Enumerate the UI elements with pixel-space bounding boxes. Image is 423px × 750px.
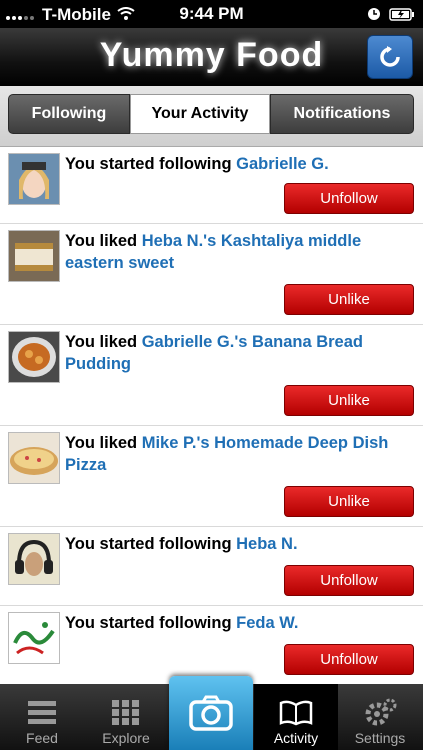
unfollow-button[interactable]: Unfollow xyxy=(284,644,414,675)
tab-feed[interactable]: Feed xyxy=(0,684,84,750)
list-icon xyxy=(28,701,56,724)
tab-settings[interactable]: Settings xyxy=(338,684,422,750)
avatar-thumbnail xyxy=(8,612,60,664)
refresh-button[interactable] xyxy=(367,35,413,79)
tab-activity[interactable]: Activity xyxy=(254,684,338,750)
battery-icon xyxy=(389,6,415,26)
list-item: You started following Gabrielle G. Unfol… xyxy=(0,147,423,224)
tab-following[interactable]: Following xyxy=(8,94,130,134)
activity-text: You liked Heba N.'s Kashtaliya middle ea… xyxy=(65,230,415,274)
list-item: You started following Feda W. Unfollow xyxy=(0,606,423,686)
camera-button[interactable] xyxy=(169,676,253,750)
activity-text: You started following Heba N. xyxy=(65,533,415,555)
activity-prefix: You started following xyxy=(65,155,237,173)
activity-link[interactable]: Feda W. xyxy=(236,614,298,632)
tab-explore[interactable]: Explore xyxy=(84,684,168,750)
activity-prefix: You liked xyxy=(65,333,142,351)
food-thumbnail xyxy=(8,432,60,484)
tab-label: Activity xyxy=(273,730,319,746)
activity-link[interactable]: Gabrielle G. xyxy=(236,155,329,173)
unfollow-button[interactable]: Unfollow xyxy=(284,565,414,596)
unfollow-button[interactable]: Unfollow xyxy=(284,183,414,214)
list-item: You liked Mike P.'s Homemade Deep Dish P… xyxy=(0,426,423,527)
activity-text: You liked Mike P.'s Homemade Deep Dish P… xyxy=(65,432,415,476)
tab-your-activity[interactable]: Your Activity xyxy=(130,94,270,134)
activity-text: You started following Gabrielle G. xyxy=(65,153,415,175)
tab-label: Settings xyxy=(354,730,406,746)
food-thumbnail xyxy=(8,331,60,383)
food-thumbnail xyxy=(8,230,60,282)
unlike-button[interactable]: Unlike xyxy=(284,486,414,517)
unlike-button[interactable]: Unlike xyxy=(284,385,414,416)
activity-text: You started following Feda W. xyxy=(65,612,415,634)
clock: 9:44 PM xyxy=(179,4,244,23)
activity-list: You started following Gabrielle G. Unfol… xyxy=(0,147,423,686)
activity-prefix: You started following xyxy=(65,614,237,632)
alarm-icon xyxy=(367,6,381,26)
gear-icon xyxy=(365,698,397,726)
tab-label: Feed xyxy=(26,730,58,746)
unlike-button[interactable]: Unlike xyxy=(284,284,414,315)
list-item: You started following Heba N. Unfollow xyxy=(0,527,423,606)
refresh-icon xyxy=(380,46,400,67)
list-item: You liked Heba N.'s Kashtaliya middle ea… xyxy=(0,224,423,325)
status-icons xyxy=(367,6,415,26)
tab-label: Explore xyxy=(102,730,150,746)
nav-bar: Yummy Food xyxy=(0,28,423,86)
activity-text: You liked Gabrielle G.'s Banana Bread Pu… xyxy=(65,331,415,375)
app-title: Yummy Food xyxy=(99,36,324,74)
status-bar: T-Mobile 9:44 PM xyxy=(0,0,423,28)
list-item: You liked Gabrielle G.'s Banana Bread Pu… xyxy=(0,325,423,426)
camera-icon xyxy=(189,695,233,731)
activity-prefix: You liked xyxy=(65,434,142,452)
activity-prefix: You liked xyxy=(65,232,142,250)
grid-icon xyxy=(112,700,139,725)
activity-link[interactable]: Heba N. xyxy=(236,535,297,553)
segmented-control: Following Your Activity Notifications xyxy=(0,86,423,147)
activity-prefix: You started following xyxy=(65,535,237,553)
avatar-thumbnail xyxy=(8,153,60,205)
book-icon xyxy=(279,700,313,726)
avatar-thumbnail xyxy=(8,533,60,585)
tab-notifications[interactable]: Notifications xyxy=(270,94,414,134)
